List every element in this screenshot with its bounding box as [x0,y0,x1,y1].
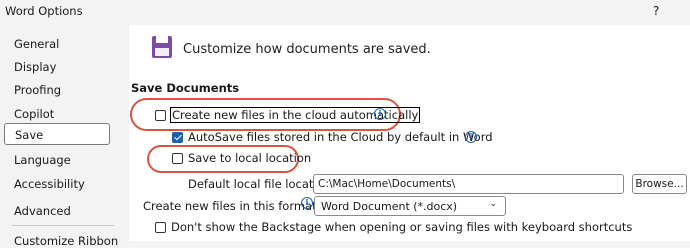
hide-backstage-label[interactable]: Don't show the Backstage when opening or… [171,220,632,234]
sidebar-item-customize-ribbon[interactable]: Customize Ribbon [14,234,118,248]
sidebar-item-general[interactable]: General [14,37,59,51]
save-floppy-icon [152,36,172,58]
info-icon[interactable]: i [465,131,477,143]
sidebar-item-save[interactable]: Save [4,123,110,145]
section-heading: Save Documents [131,81,240,95]
autosave-cloud-label[interactable]: AutoSave files stored in the Cloud by de… [188,130,493,144]
cloud-new-files-checkbox[interactable] [155,110,166,121]
sidebar-item-advanced[interactable]: Advanced [14,204,71,218]
sidebar-item-display[interactable]: Display [14,60,56,74]
sidebar-item-accessibility[interactable]: Accessibility [14,177,85,191]
sidebar: General Display Proofing Copilot Save La… [0,25,128,248]
default-location-input[interactable]: C:\Mac\Home\Documents\ [313,174,624,194]
save-options-panel: Customize how documents are saved. Save … [129,25,690,241]
chevron-down-icon: ⌄ [489,199,497,209]
page-title: Customize how documents are saved. [183,42,431,57]
new-file-format-label: Create new files in this format: [143,199,321,213]
format-selected-value: Word Document (*.docx) [321,200,458,213]
browse-button[interactable]: Browse... [632,174,687,194]
sidebar-item-proofing[interactable]: Proofing [14,83,61,97]
info-icon[interactable]: i [374,108,386,120]
new-file-format-select[interactable]: Word Document (*.docx) ⌄ [314,196,506,216]
help-button[interactable]: ? [653,4,659,18]
title-bar: Word Options ? [0,0,690,22]
hide-backstage-checkbox[interactable] [155,222,166,233]
autosave-cloud-checkbox[interactable] [172,132,183,143]
save-local-checkbox[interactable] [172,153,183,164]
sidebar-item-language[interactable]: Language [14,153,71,167]
save-local-label[interactable]: Save to local location [188,151,311,165]
info-icon[interactable]: i [301,197,313,209]
sidebar-divider [12,225,114,226]
sidebar-item-copilot[interactable]: Copilot [14,107,54,121]
window-title: Word Options [5,4,83,18]
